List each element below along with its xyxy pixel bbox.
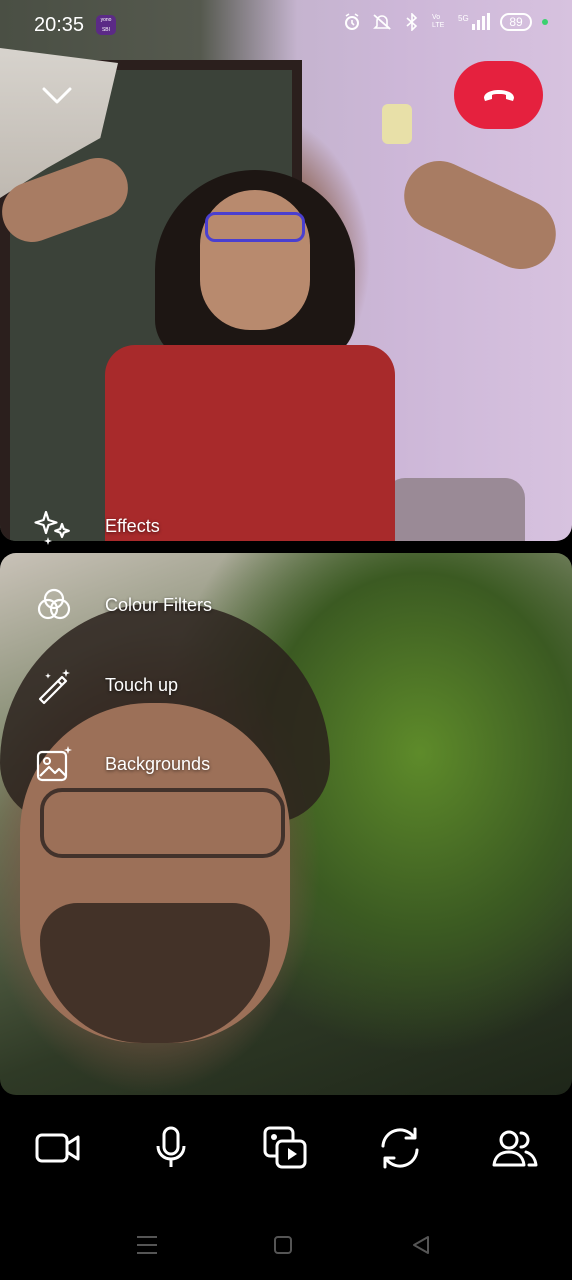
home-icon xyxy=(274,1236,292,1254)
svg-text:5G: 5G xyxy=(458,14,469,23)
status-time: 20:35 xyxy=(34,14,85,36)
magic-wand-icon xyxy=(30,661,78,709)
background-lamp xyxy=(382,104,412,144)
mute-icon xyxy=(372,12,392,32)
back-icon xyxy=(413,1236,429,1254)
mic-toggle-button[interactable] xyxy=(145,1122,197,1174)
bluetooth-icon xyxy=(402,12,422,32)
volte-icon: Vo LTE xyxy=(432,14,445,29)
media-share-icon xyxy=(263,1126,307,1169)
yono-sbi-notification-icon: yono SBI xyxy=(96,15,116,35)
effects-menu-item-backgrounds[interactable]: Backgrounds xyxy=(30,739,300,789)
end-call-button[interactable] xyxy=(454,61,543,129)
effects-menu-item-touch-up[interactable]: Touch up xyxy=(30,660,300,710)
battery-icon: 89 xyxy=(500,13,532,31)
status-bar: 20:35 yono SBI Vo LTE 5G 89 xyxy=(0,0,572,50)
effects-label: Effects xyxy=(105,515,160,536)
self-participant-glasses xyxy=(40,788,285,858)
menu-icon xyxy=(137,1236,157,1254)
people-icon xyxy=(492,1130,538,1167)
effects-menu-item-effects[interactable]: Effects xyxy=(30,501,300,551)
home-button[interactable] xyxy=(270,1233,296,1257)
recent-apps-button[interactable] xyxy=(134,1233,160,1257)
status-icons: Vo LTE 5G 89 xyxy=(342,12,548,32)
sparkles-icon xyxy=(30,502,78,550)
phone-hangup-icon xyxy=(483,90,514,101)
media-share-button[interactable] xyxy=(259,1122,311,1174)
signal-5g-icon: 5G xyxy=(458,12,490,32)
flip-camera-icon xyxy=(381,1127,419,1169)
flip-camera-button[interactable] xyxy=(374,1122,426,1174)
microphone-icon xyxy=(156,1126,186,1167)
back-button[interactable] xyxy=(408,1233,434,1257)
backgrounds-label: Backgrounds xyxy=(105,753,211,774)
call-controls-bar xyxy=(0,1095,572,1205)
background-image-icon xyxy=(30,740,78,788)
participants-button[interactable] xyxy=(489,1122,541,1174)
camera-toggle-button[interactable] xyxy=(32,1122,84,1174)
video-camera-icon xyxy=(35,1133,80,1163)
system-nav-bar xyxy=(0,1205,572,1280)
colour-filters-label: Colour Filters xyxy=(105,594,213,615)
touch-up-label: Touch up xyxy=(105,674,179,695)
collapse-call-button[interactable] xyxy=(40,82,74,110)
self-video-tile[interactable] xyxy=(0,553,572,1095)
privacy-indicator-dot xyxy=(542,19,548,25)
remote-participant xyxy=(95,170,415,541)
color-filters-icon xyxy=(30,581,78,629)
participant-arm-right xyxy=(392,149,568,281)
chevron-down-icon xyxy=(42,87,72,104)
alarm-icon xyxy=(342,12,362,32)
effects-menu-item-colour-filters[interactable]: Colour Filters xyxy=(30,580,300,630)
